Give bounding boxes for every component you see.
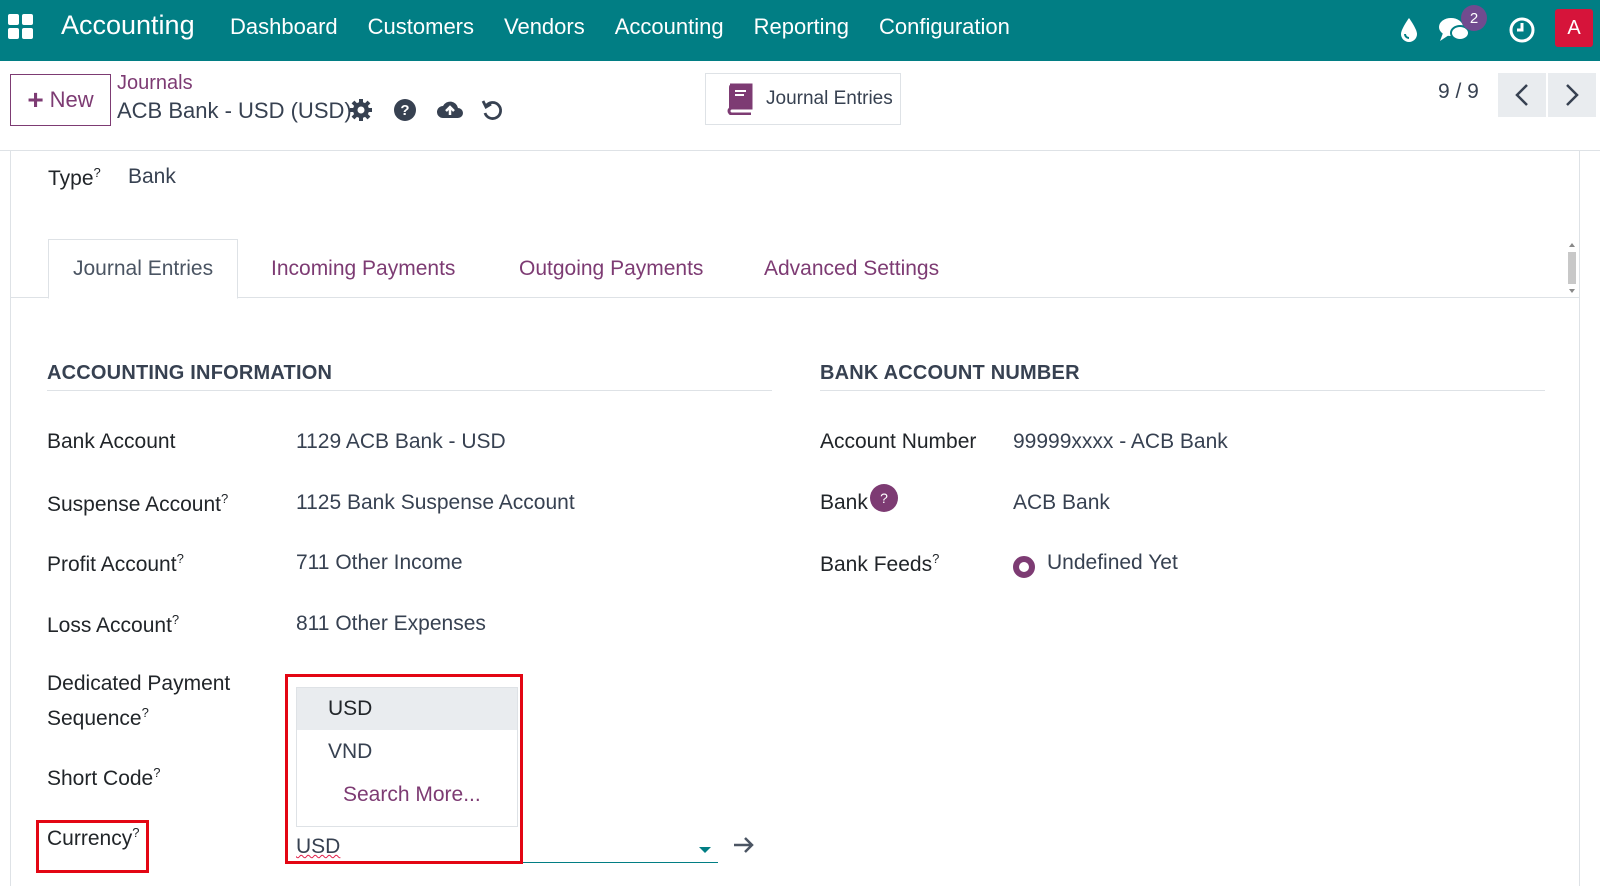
suspense-account-label: Suspense Account? — [47, 491, 229, 516]
tab-journal-entries[interactable]: Journal Entries — [48, 239, 239, 299]
tab-advanced-settings[interactable]: Advanced Settings — [764, 239, 939, 298]
suspense-account-value[interactable]: 1125 Bank Suspense Account — [296, 491, 575, 515]
dedicated-payment-sequence-label-line2: Sequence? — [47, 705, 149, 730]
svg-text:?: ? — [400, 102, 409, 119]
plus-icon: + — [27, 84, 44, 115]
tabs-scrollbar[interactable] — [1566, 240, 1578, 296]
loss-account-label: Loss Account? — [47, 612, 180, 637]
form-sheet: Type? Bank Journal Entries Incoming Paym… — [10, 151, 1580, 886]
user-avatar[interactable]: A — [1555, 9, 1593, 47]
bank-feeds-value[interactable]: Undefined Yet — [1047, 551, 1178, 575]
type-label: Type? — [48, 165, 101, 190]
menu-reporting[interactable]: Reporting — [754, 14, 849, 40]
help-icon[interactable]: ? — [393, 98, 419, 124]
accounting-information-title: ACCOUNTING INFORMATION — [47, 362, 333, 384]
loss-account-value[interactable]: 811 Other Expenses — [296, 612, 486, 636]
menu-dashboard[interactable]: Dashboard — [230, 14, 338, 40]
chat-count-badge: 2 — [1461, 5, 1487, 31]
journal-entries-smart-button[interactable]: Journal Entries — [705, 73, 901, 125]
tab-outgoing-payments[interactable]: Outgoing Payments — [519, 239, 703, 298]
pager-previous-button[interactable] — [1498, 73, 1546, 117]
highlight-box-currency-label — [36, 820, 149, 873]
pager-value[interactable]: 9 / 9 — [1438, 80, 1479, 104]
clock-icon[interactable] — [1505, 13, 1539, 47]
bank-feeds-label: Bank Feeds? — [820, 551, 940, 576]
menu-vendors[interactable]: Vendors — [504, 14, 585, 40]
menu-accounting[interactable]: Accounting — [615, 14, 724, 40]
tab-incoming-payments[interactable]: Incoming Payments — [271, 239, 455, 298]
bank-value[interactable]: ACB Bank — [1013, 491, 1110, 515]
bank-account-value[interactable]: 1129 ACB Bank - USD — [296, 430, 506, 454]
dedicated-payment-sequence-label: Dedicated Payment — [47, 672, 231, 695]
account-number-value[interactable]: 99999xxxx - ACB Bank — [1013, 430, 1228, 454]
new-button[interactable]: + New — [10, 74, 111, 126]
undo-icon[interactable] — [480, 98, 506, 124]
book-icon — [727, 83, 753, 115]
app-title[interactable]: Accounting — [61, 10, 195, 41]
bank-feeds-radio[interactable] — [1013, 556, 1035, 578]
bank-account-number-title: BANK ACCOUNT NUMBER — [820, 362, 1080, 384]
new-button-label: New — [49, 87, 94, 112]
bank-help-tooltip-icon[interactable]: ? — [870, 484, 898, 512]
chevron-left-icon — [1515, 84, 1528, 106]
apps-grid-icon[interactable] — [8, 14, 34, 40]
notebook-tabs: Journal Entries Incoming Payments Outgoi… — [11, 239, 1579, 299]
menu-configuration[interactable]: Configuration — [879, 14, 1010, 40]
profit-account-value[interactable]: 711 Other Income — [296, 551, 463, 575]
chevron-right-icon — [1566, 84, 1579, 106]
caret-down-icon[interactable] — [699, 847, 711, 853]
control-panel: + New Journals ACB Bank - USD (USD) ? Jo… — [0, 61, 1600, 151]
arrow-right-icon[interactable] — [733, 836, 755, 859]
highlight-box-currency-dropdown — [285, 674, 523, 864]
profit-account-label: Profit Account? — [47, 551, 184, 576]
pager-next-button[interactable] — [1548, 73, 1596, 117]
journal-entries-label: Journal Entries — [766, 88, 893, 109]
account-number-label: Account Number — [820, 430, 977, 453]
cloud-upload-icon[interactable] — [436, 98, 463, 124]
main-menu: Dashboard Customers Vendors Accounting R… — [230, 14, 1040, 40]
type-value: Bank — [128, 165, 176, 188]
bank-account-label: Bank Account — [47, 430, 176, 453]
section-divider — [820, 390, 1545, 391]
menu-customers[interactable]: Customers — [368, 14, 474, 40]
gear-icon[interactable] — [349, 98, 375, 124]
droplet-icon[interactable] — [1392, 13, 1426, 47]
bank-label: Bank — [820, 491, 868, 514]
top-navbar: Accounting Dashboard Customers Vendors A… — [0, 0, 1600, 61]
breadcrumb-parent-link[interactable]: Journals — [117, 72, 193, 95]
short-code-label: Short Code? — [47, 765, 161, 790]
breadcrumb-current: ACB Bank - USD (USD) — [117, 98, 352, 123]
section-divider — [47, 390, 772, 391]
